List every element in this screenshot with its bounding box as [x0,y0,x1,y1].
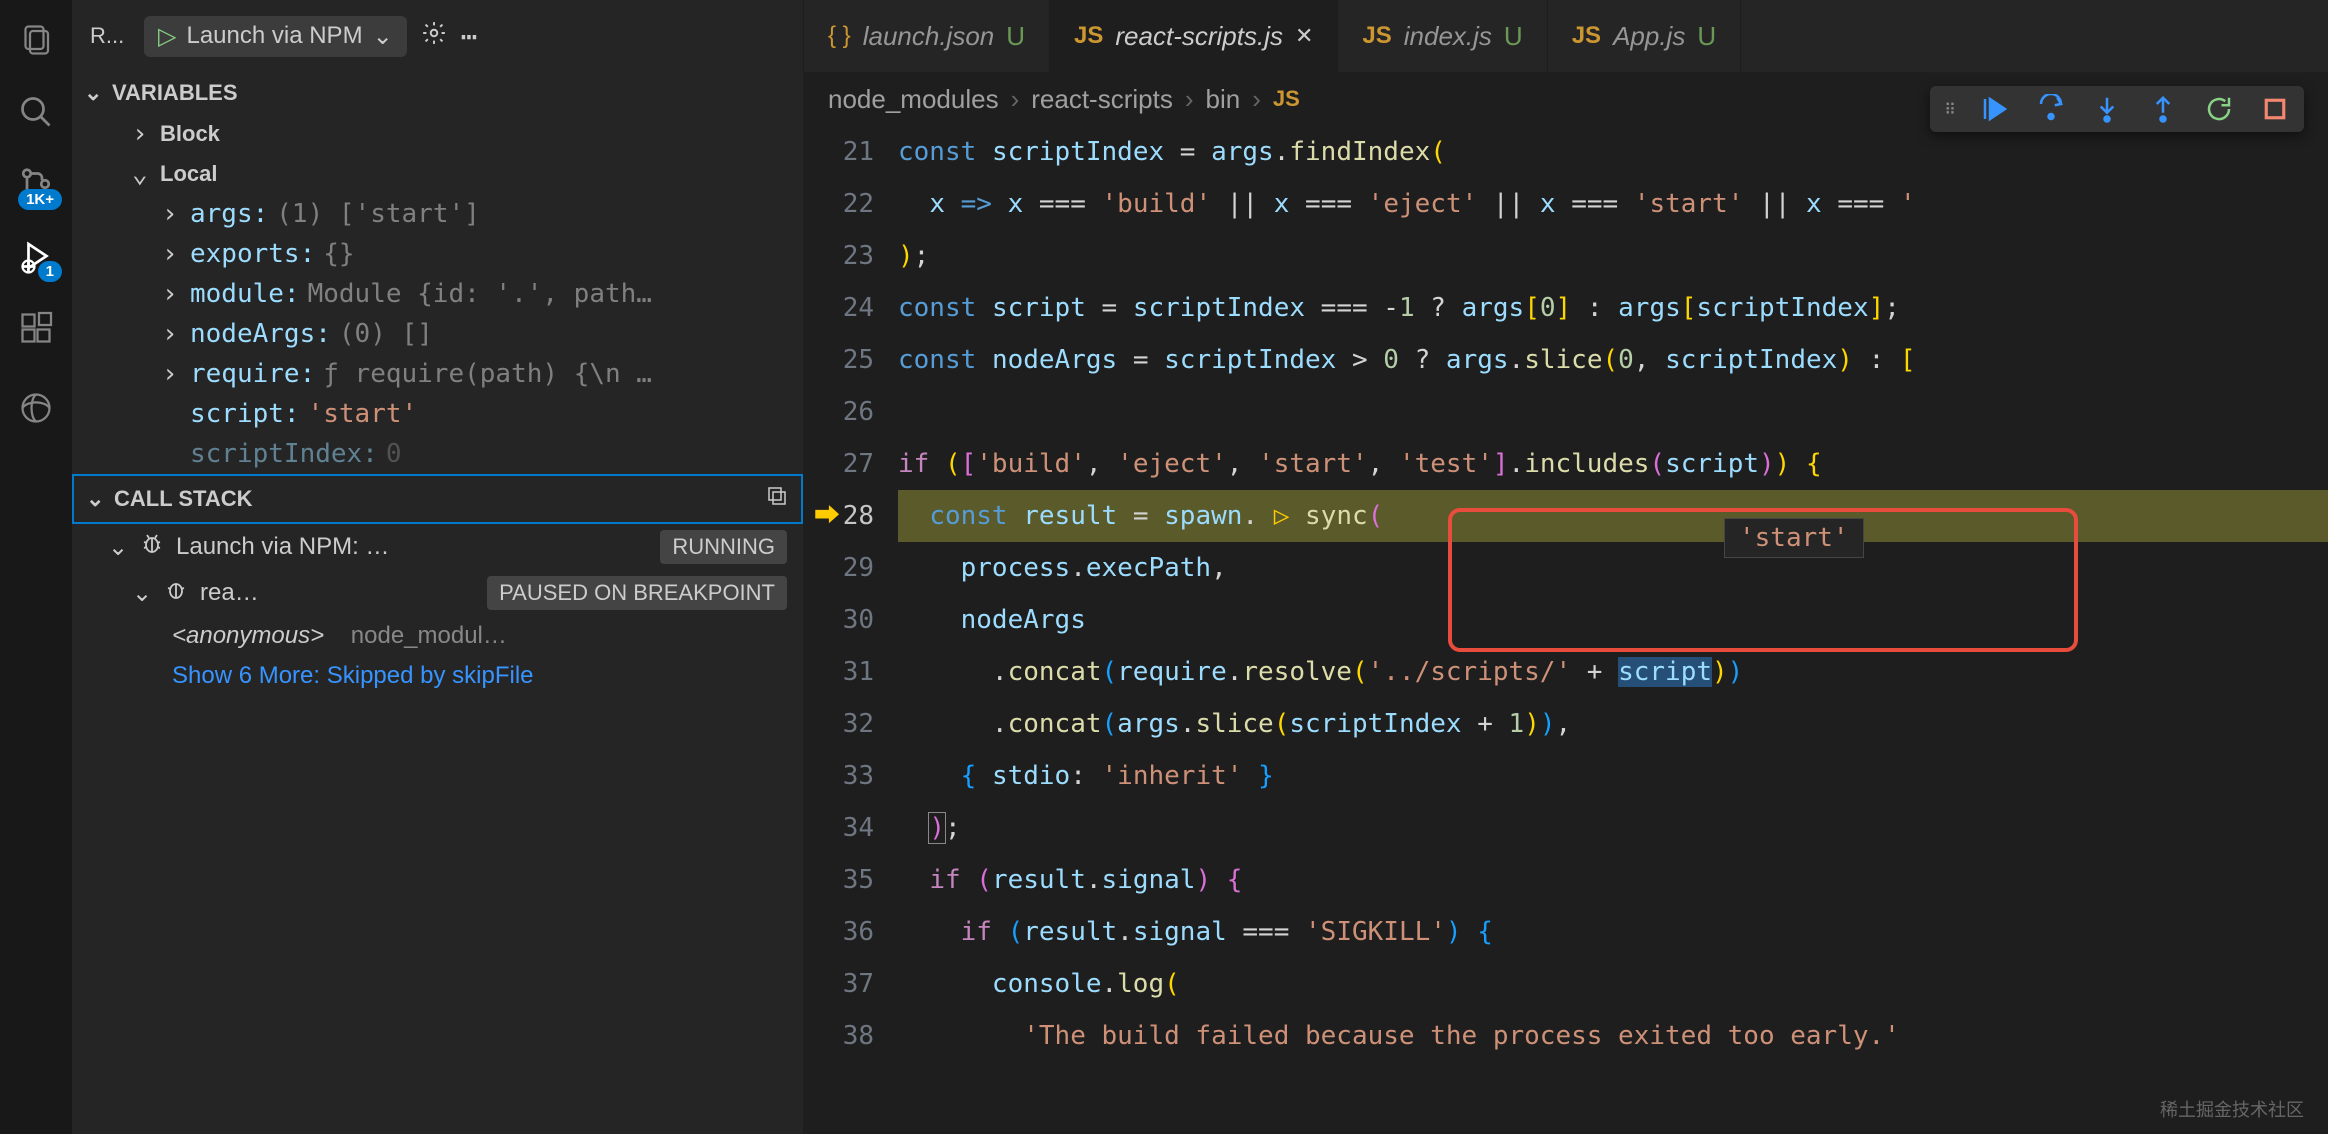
chevron-down-icon: ⌄ [132,159,152,189]
json-file-icon: { } [828,22,851,50]
ellipsis-icon[interactable]: ⋯ [461,20,478,53]
explorer-icon[interactable] [16,20,56,60]
config-prefix: R... [90,23,130,49]
scm-badge: 1K+ [18,189,62,210]
close-icon[interactable]: ✕ [1295,23,1313,49]
debug-action-bar[interactable]: ⠿ [1930,86,2304,132]
variable-row[interactable]: ›module: Module {id: '.', path… [72,274,803,314]
variable-row[interactable]: script: 'start' [72,394,803,434]
chevron-right-icon: › [162,199,182,229]
watermark: 稀土掘金技术社区 [2160,1096,2304,1122]
gear-icon[interactable] [421,20,447,53]
variables-scope-block[interactable]: › Block [72,114,803,154]
chevron-down-icon: ⌄ [373,22,393,51]
collapse-all-icon[interactable] [765,484,789,514]
continue-icon[interactable] [1980,94,2010,124]
step-into-icon[interactable] [2092,94,2122,124]
code-line[interactable]: x => x === 'build' || x === 'eject' || x… [898,178,2328,230]
variable-row[interactable]: ›exports: {} [72,234,803,274]
bug-icon [140,532,164,563]
js-file-icon: JS [1572,22,1601,50]
chevron-right-icon: › [162,319,182,349]
restart-icon[interactable] [2204,94,2234,124]
code-line[interactable]: ); [898,802,2328,854]
code-line[interactable]: ); [898,230,2328,282]
js-file-icon: JS [1362,22,1391,50]
session-status-badge: RUNNING [660,530,787,564]
edge-icon[interactable] [16,388,56,428]
chevron-down-icon: ⌄ [86,486,106,512]
debug-sidebar: R... ▷ Launch via NPM ⌄ ⋯ ⌄ VARIABLES › … [72,0,804,1134]
activity-bar: 1K+ 1 [0,0,72,1134]
code-line[interactable]: { stdio: 'inherit' } [898,750,2328,802]
code-line[interactable]: const script = scriptIndex === -1 ? args… [898,282,2328,334]
run-debug-icon[interactable]: 1 [16,236,56,276]
variables-scope-local[interactable]: ⌄ Local [72,154,803,194]
launch-config-name: Launch via NPM [186,22,362,50]
code-line[interactable]: 'The build failed because the process ex… [898,1010,2328,1062]
debug-hover-tooltip: 'start' [1724,518,1864,558]
editor-tab[interactable]: { }launch.jsonU [804,0,1050,72]
chevron-down-icon: ⌄ [108,533,128,562]
chevron-right-icon: › [162,279,182,309]
extensions-icon[interactable] [16,308,56,348]
git-status-badge: U [1006,21,1025,52]
code-line[interactable]: .concat(require.resolve('../scripts/' + … [898,646,2328,698]
debug-badge: 1 [38,261,62,282]
debug-session-row[interactable]: ⌄ Launch via NPM: … RUNNING [72,524,803,570]
debug-thread-row[interactable]: ⌄ rea… PAUSED ON BREAKPOINT [72,570,803,616]
editor-tab[interactable]: JSreact-scripts.js✕ [1050,0,1338,72]
code-line[interactable]: const scriptIndex = args.findIndex( [898,126,2328,178]
step-over-icon[interactable] [2036,94,2066,124]
chevron-down-icon: ⌄ [132,579,152,608]
play-icon: ▷ [158,22,176,51]
step-out-icon[interactable] [2148,94,2178,124]
js-file-icon: JS [1273,86,1300,112]
grip-icon[interactable]: ⠿ [1944,100,1954,119]
source-control-icon[interactable]: 1K+ [16,164,56,204]
git-status-badge: U [1504,21,1523,52]
code-content[interactable]: const scriptIndex = args.findIndex( x =>… [898,126,2328,1134]
git-status-badge: U [1697,21,1716,52]
editor-area: { }launch.jsonUJSreact-scripts.js✕JSinde… [804,0,2328,1134]
show-more-frames-link[interactable]: Show 6 More: Skipped by skipFile [72,656,803,696]
code-line[interactable]: const nodeArgs = scriptIndex > 0 ? args.… [898,334,2328,386]
code-line[interactable]: if (['build', 'eject', 'start', 'test'].… [898,438,2328,490]
variable-row[interactable]: ›nodeArgs: (0) [] [72,314,803,354]
js-file-icon: JS [1074,22,1103,50]
code-line[interactable]: process.execPath, [898,542,2328,594]
launch-config-select[interactable]: ▷ Launch via NPM ⌄ [144,16,407,57]
code-editor[interactable]: 21222324252627⮕2829303132333435363738 co… [804,126,2328,1134]
stack-frame-row[interactable]: <anonymous> node_modul… [72,616,803,656]
code-line[interactable]: nodeArgs [898,594,2328,646]
variable-row[interactable]: ›require: ƒ require(path) {\n … [72,354,803,394]
code-line[interactable] [898,386,2328,438]
variables-header[interactable]: ⌄ VARIABLES [72,72,803,114]
chevron-right-icon: › [132,119,152,149]
code-line[interactable]: console.log( [898,958,2328,1010]
debug-toolbar: R... ▷ Launch via NPM ⌄ ⋯ [72,0,803,72]
editor-tabs: { }launch.jsonUJSreact-scripts.js✕JSinde… [804,0,2328,72]
chevron-down-icon: ⌄ [84,80,104,106]
thread-status-badge: PAUSED ON BREAKPOINT [487,576,787,610]
code-line[interactable]: const result = spawn. ▷ sync( [898,490,2328,542]
bug-icon [164,578,188,609]
chevron-right-icon: › [162,239,182,269]
search-icon[interactable] [16,92,56,132]
code-line[interactable]: .concat(args.slice(scriptIndex + 1)), [898,698,2328,750]
code-line[interactable]: if (result.signal === 'SIGKILL') { [898,906,2328,958]
editor-tab[interactable]: JSindex.jsU [1338,0,1547,72]
current-line-arrow-icon: ⮕ [814,490,840,542]
variable-row[interactable]: ›args: (1) ['start'] [72,194,803,234]
editor-tab[interactable]: JSApp.jsU [1548,0,1741,72]
chevron-right-icon: › [162,359,182,389]
code-line[interactable]: if (result.signal) { [898,854,2328,906]
stop-icon[interactable] [2260,94,2290,124]
variable-row[interactable]: scriptIndex: 0 [72,434,803,474]
line-gutter: 21222324252627⮕2829303132333435363738 [804,126,898,1134]
callstack-header[interactable]: ⌄ CALL STACK [72,474,803,524]
